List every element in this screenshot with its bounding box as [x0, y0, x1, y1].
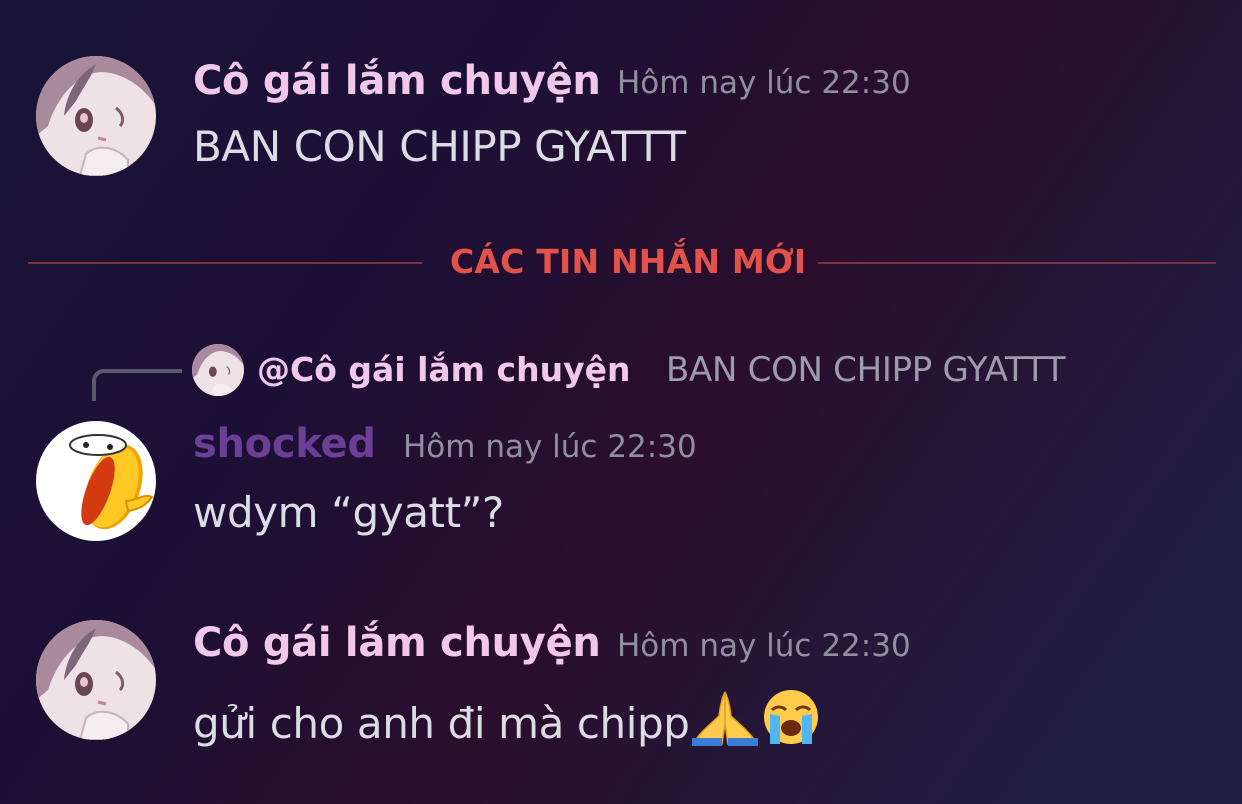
avatar[interactable]: [36, 56, 156, 176]
loudly-crying-face-icon: [760, 688, 822, 756]
new-messages-label: CÁC TIN NHẮN MỚI: [450, 242, 807, 281]
message-text-row: gửi cho anh đi mà chipp: [193, 688, 822, 756]
message-author[interactable]: Cô gái lắm chuyện: [193, 620, 601, 666]
message-text: BAN CON CHIPP GYATTT: [193, 122, 686, 171]
anime-girl-avatar-icon: [36, 620, 156, 740]
avatar[interactable]: [36, 620, 156, 740]
reply-preview-text[interactable]: BAN CON CHIPP GYATTT: [666, 350, 1066, 390]
message-author[interactable]: Cô gái lắm chuyện: [193, 58, 601, 104]
anime-girl-avatar-icon: [192, 344, 244, 396]
anime-girl-avatar-icon: [36, 56, 156, 176]
avatar[interactable]: [36, 421, 156, 541]
divider-line-left: [28, 262, 422, 264]
message-timestamp: Hôm nay lúc 22:30: [617, 628, 911, 664]
reply-connector: [92, 369, 182, 401]
message-text: gửi cho anh đi mà chipp: [193, 699, 690, 748]
divider-line-right: [818, 262, 1216, 264]
new-messages-divider: CÁC TIN NHẮN MỚI: [28, 236, 1216, 288]
message-author[interactable]: shocked: [193, 421, 376, 467]
message-text: wdym “gyatt”?: [193, 488, 504, 537]
folded-hands-icon: [691, 688, 758, 756]
reply-author[interactable]: @Cô gái lắm chuyện: [257, 350, 630, 389]
message-timestamp: Hôm nay lúc 22:30: [403, 429, 697, 465]
shocked-emoji-avatar-icon: [36, 421, 156, 541]
reply-avatar[interactable]: [192, 344, 244, 396]
message-timestamp: Hôm nay lúc 22:30: [617, 65, 911, 101]
